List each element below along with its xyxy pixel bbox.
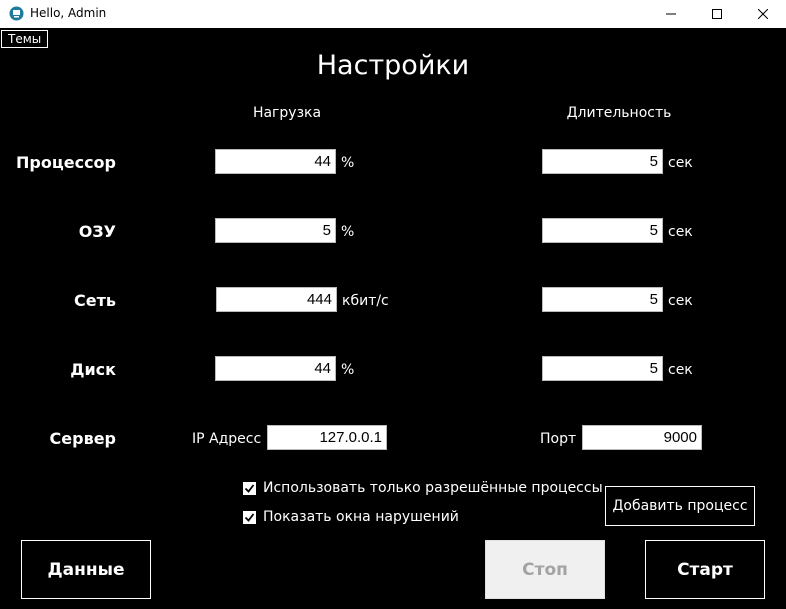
disk-load-input[interactable]: 44 [215,356,336,381]
port-input[interactable]: 9000 [582,425,702,450]
show-violations-option[interactable]: Показать окна нарушений [243,508,459,526]
row-label-disk: Диск [70,360,116,379]
close-icon [758,9,768,19]
checkmark-icon [244,483,255,493]
app-icon [9,6,24,21]
ip-address-input[interactable]: 127.0.0.1 [267,425,387,450]
cpu-load-unit: % [341,155,355,171]
start-button[interactable]: Старт [645,540,765,599]
network-load-unit: кбит/с [342,293,389,309]
cpu-duration-input[interactable]: 5 [542,149,663,174]
maximize-button[interactable] [694,0,740,28]
checkmark-icon [244,512,255,522]
allowed-processes-label: Использовать только разрешённые процессы [263,480,603,496]
port-label: Порт [540,431,577,447]
network-duration-unit: сек [668,293,693,309]
page-title: Настройки [316,50,470,81]
ram-duration-input[interactable]: 5 [542,218,663,243]
row-label-ram: ОЗУ [78,222,116,241]
disk-duration-unit: сек [668,362,693,378]
cpu-duration-unit: сек [668,155,693,171]
network-duration-input[interactable]: 5 [542,287,663,312]
minimize-button[interactable] [648,0,694,28]
ram-load-input[interactable]: 5 [215,218,336,243]
column-header-duration: Длительность [566,105,672,121]
menu-themes[interactable]: Темы [1,30,48,48]
maximize-icon [712,9,722,19]
data-button[interactable]: Данные [21,540,151,599]
disk-duration-input[interactable]: 5 [542,356,663,381]
window-title: Hello, Admin [30,6,107,20]
show-violations-checkbox[interactable] [243,510,256,524]
add-process-button[interactable]: Добавить процесс [605,486,755,526]
allowed-processes-checkbox[interactable] [243,481,256,495]
row-label-network: Сеть [74,291,116,310]
stop-button[interactable]: Стоп [485,540,605,599]
ip-address-label: IP Адресс [192,431,262,447]
column-header-load: Нагрузка [252,105,322,121]
row-label-server: Сервер [49,429,116,448]
network-load-input[interactable]: 444 [216,287,337,312]
allowed-processes-option[interactable]: Использовать только разрешённые процессы [243,479,603,497]
title-bar[interactable]: Hello, Admin [0,0,786,28]
show-violations-label: Показать окна нарушений [263,509,459,525]
disk-load-unit: % [341,362,355,378]
close-button[interactable] [740,0,786,28]
row-label-cpu: Процессор [16,153,116,172]
cpu-load-input[interactable]: 44 [215,149,336,174]
ram-duration-unit: сек [668,224,693,240]
ram-load-unit: % [341,224,355,240]
minimize-icon [666,13,676,15]
